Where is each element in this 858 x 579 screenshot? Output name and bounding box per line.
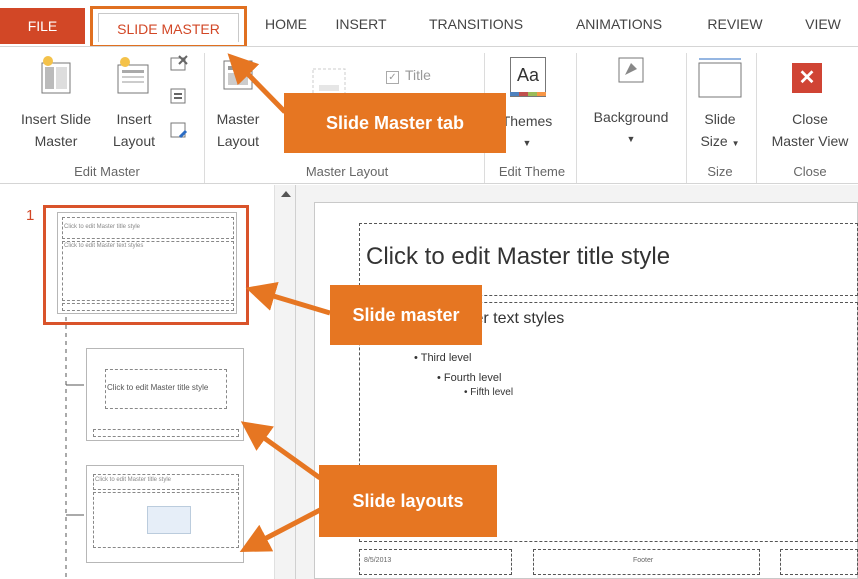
callout-slide-master: Slide master bbox=[330, 285, 482, 345]
callout-slide-layouts: Slide layouts bbox=[319, 465, 497, 537]
arrow-to-slide-layout-1 bbox=[240, 421, 322, 481]
arrow-to-slide-layout-2 bbox=[239, 507, 322, 552]
arrow-to-slide-master-tab bbox=[227, 53, 287, 114]
arrow-to-slide-master bbox=[245, 281, 331, 316]
callout-slide-master-tab: Slide Master tab bbox=[284, 93, 506, 153]
